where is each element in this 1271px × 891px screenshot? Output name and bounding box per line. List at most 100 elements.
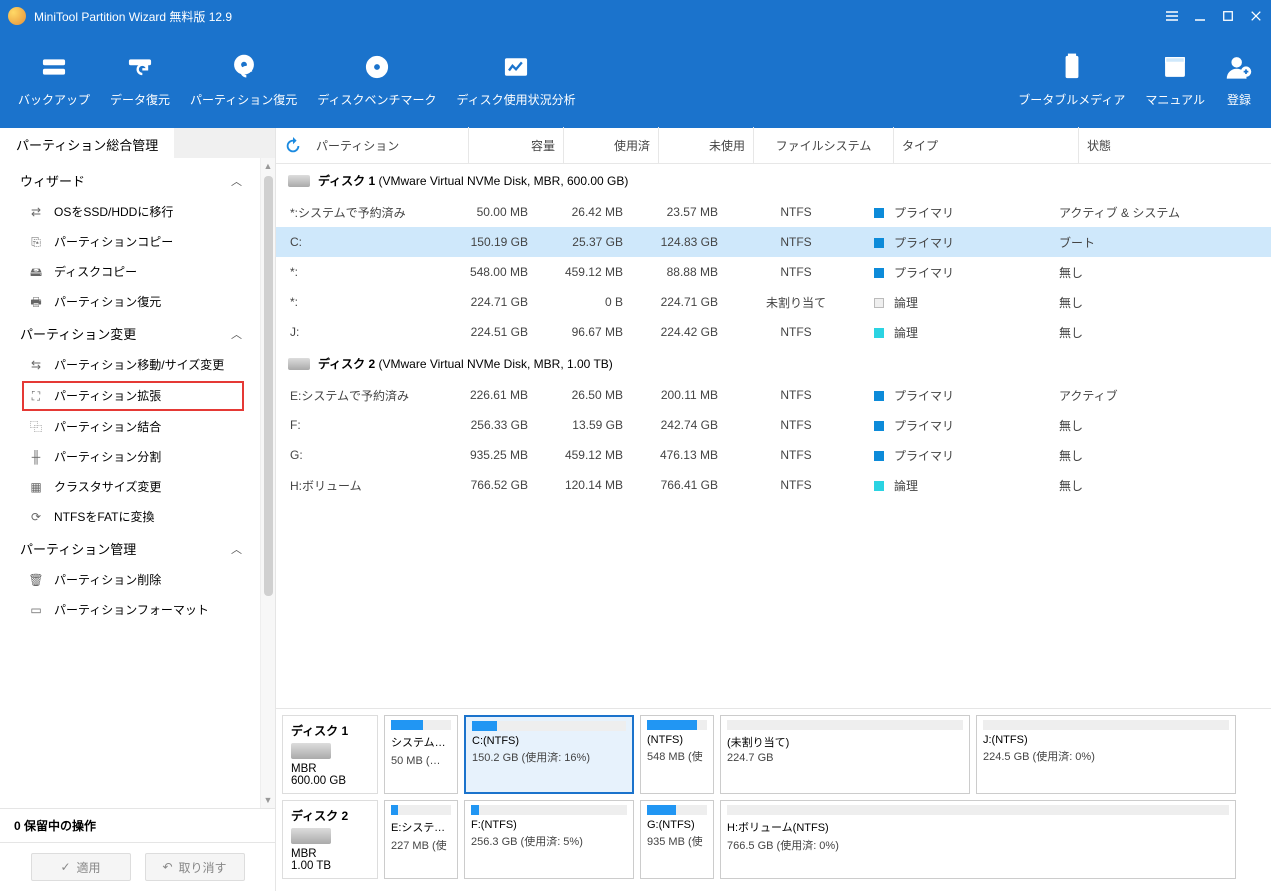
sidebar-scrollbar[interactable]: ▲ ▼ <box>260 158 275 808</box>
refresh-icon <box>126 53 154 81</box>
partition-block[interactable]: F:(NTFS)256.3 GB (使用済: 5%) <box>464 800 634 879</box>
action-icon: ╫ <box>28 449 44 465</box>
partition-row[interactable]: *:システムで予約済み50.00 MB26.42 MB23.57 MBNTFSプ… <box>276 197 1271 227</box>
partition-row[interactable]: F:256.33 GB13.59 GB242.74 GBNTFSプライマリ無し <box>276 410 1271 440</box>
type-square-icon <box>874 328 884 338</box>
data-recover-button[interactable]: データ復元 <box>100 32 180 128</box>
partition-row[interactable]: *:224.71 GB0 B224.71 GB未割り当て論理無し <box>276 287 1271 317</box>
chevron-up-icon: ︿ <box>231 541 242 557</box>
sidebar-item[interactable]: ⟳NTFSをFATに変換 <box>0 502 260 532</box>
sidebar-item[interactable]: 🖴ディスクコピー <box>0 257 260 287</box>
apply-button[interactable]: ✓適用 <box>31 853 131 881</box>
sidebar-item[interactable]: ⎘パーティションコピー <box>0 227 260 257</box>
sidebar-item[interactable]: ▦クラスタサイズ変更 <box>0 472 260 502</box>
action-icon: ▦ <box>28 479 44 495</box>
benchmark-button[interactable]: ディスクベンチマーク <box>307 32 446 128</box>
partition-block[interactable]: H:ボリューム(NTFS)766.5 GB (使用済: 0%) <box>720 800 1236 879</box>
close-icon[interactable] <box>1249 9 1263 23</box>
partition-recover-button[interactable]: パーティション復元 <box>180 32 307 128</box>
disk-icon <box>291 828 331 844</box>
usage-icon <box>502 53 530 81</box>
col-type[interactable]: タイプ <box>894 127 1079 164</box>
type-square-icon <box>874 451 884 461</box>
backup-button[interactable]: バックアップ <box>8 32 100 128</box>
sidebar-item[interactable]: 🗑パーティション削除 <box>0 565 260 595</box>
benchmark-icon <box>363 53 391 81</box>
sidebar: パーティション総合管理 ウィザード︿⇄OSをSSD/HDDに移行⎘パーティション… <box>0 128 276 891</box>
col-used[interactable]: 使用済 <box>564 127 659 164</box>
type-square-icon <box>874 298 884 308</box>
partition-block[interactable]: E:システムで227 MB (使 <box>384 800 458 879</box>
disk-map-label[interactable]: ディスク 2MBR1.00 TB <box>282 800 378 879</box>
disk-header: ディスク 1 (VMware Virtual NVMe Disk, MBR, 6… <box>276 164 1271 197</box>
type-square-icon <box>874 421 884 431</box>
partition-block[interactable]: (NTFS)548 MB (使 <box>640 715 714 794</box>
sidebar-item[interactable]: 🖶パーティション復元 <box>0 287 260 317</box>
manual-button[interactable]: マニュアル <box>1135 32 1215 128</box>
partition-block[interactable]: (未割り当て)224.7 GB <box>720 715 970 794</box>
partition-block[interactable]: J:(NTFS)224.5 GB (使用済: 0%) <box>976 715 1236 794</box>
partition-block[interactable]: C:(NTFS)150.2 GB (使用済: 16%) <box>464 715 634 794</box>
partition-row[interactable]: C:150.19 GB25.37 GB124.83 GBNTFSプライマリブート <box>276 227 1271 257</box>
type-square-icon <box>874 481 884 491</box>
partition-row[interactable]: H:ボリューム766.52 GB120.14 MB766.41 GBNTFS論理… <box>276 470 1271 500</box>
col-fs[interactable]: ファイルシステム <box>754 127 894 164</box>
partition-row[interactable]: J:224.51 GB96.67 MB224.42 GBNTFS論理無し <box>276 317 1271 347</box>
undo-icon: ↶ <box>162 860 172 874</box>
backup-icon <box>40 53 68 81</box>
partition-row[interactable]: G:935.25 MB459.12 MB476.13 MBNTFSプライマリ無し <box>276 440 1271 470</box>
section-head[interactable]: パーティション管理︿ <box>0 532 260 565</box>
col-partition[interactable]: パーティション <box>304 127 469 164</box>
bootmedia-button[interactable]: ブータブルメディア <box>1008 32 1135 128</box>
sidebar-item[interactable]: ⿻パーティション結合 <box>0 412 260 442</box>
partition-recover-icon <box>230 53 258 81</box>
action-icon: 🗑 <box>28 572 44 588</box>
partition-block[interactable]: G:(NTFS)935 MB (使 <box>640 800 714 879</box>
action-icon: ▭ <box>28 602 44 618</box>
chevron-up-icon: ︿ <box>231 173 242 189</box>
action-icon: ⛶ <box>28 388 44 404</box>
partition-row[interactable]: E:システムで予約済み226.61 MB26.50 MB200.11 MBNTF… <box>276 380 1271 410</box>
chevron-up-icon: ︿ <box>231 326 242 342</box>
action-icon: ⎘ <box>28 234 44 250</box>
refresh-button[interactable] <box>282 135 304 157</box>
scroll-up-icon[interactable]: ▲ <box>261 158 275 174</box>
register-button[interactable]: 登録 <box>1215 32 1263 128</box>
undo-button[interactable]: ↶取り消す <box>145 853 245 881</box>
action-icon: ⇆ <box>28 357 44 373</box>
sidebar-item[interactable]: ⇆パーティション移動/サイズ変更 <box>0 350 260 380</box>
disk-map-row: ディスク 2MBR1.00 TBE:システムで227 MB (使F:(NTFS)… <box>282 800 1265 879</box>
col-free[interactable]: 未使用 <box>659 127 754 164</box>
maximize-icon[interactable] <box>1221 9 1235 23</box>
scroll-down-icon[interactable]: ▼ <box>261 792 275 808</box>
disk-icon <box>288 358 310 370</box>
sidebar-item[interactable]: ⇄OSをSSD/HDDに移行 <box>0 197 260 227</box>
disk-header: ディスク 2 (VMware Virtual NVMe Disk, MBR, 1… <box>276 347 1271 380</box>
menu-icon[interactable] <box>1165 9 1179 23</box>
section-head[interactable]: ウィザード︿ <box>0 164 260 197</box>
disk-map-label[interactable]: ディスク 1MBR600.00 GB <box>282 715 378 794</box>
action-icon: ⿻ <box>28 419 44 435</box>
partition-row[interactable]: *:548.00 MB459.12 MB88.88 MBNTFSプライマリ無し <box>276 257 1271 287</box>
section-head[interactable]: パーティション変更︿ <box>0 317 260 350</box>
usage-button[interactable]: ディスク使用状況分析 <box>446 32 585 128</box>
pending-operations: 0 保留中の操作 <box>0 808 275 842</box>
disk-map-row: ディスク 1MBR600.00 GBシステムで予50 MB (使用C:(NTFS… <box>282 715 1265 794</box>
partition-block[interactable]: システムで予50 MB (使用 <box>384 715 458 794</box>
sidebar-item[interactable]: ⛶パーティション拡張 <box>22 381 244 411</box>
type-square-icon <box>874 391 884 401</box>
tab-partition-mgmt[interactable]: パーティション総合管理 <box>0 128 174 158</box>
app-icon <box>8 7 26 25</box>
check-icon: ✓ <box>60 860 70 874</box>
action-icon: ⟳ <box>28 509 44 525</box>
col-capacity[interactable]: 容量 <box>469 127 564 164</box>
sidebar-item[interactable]: ╫パーティション分割 <box>0 442 260 472</box>
type-square-icon <box>874 238 884 248</box>
col-status[interactable]: 状態 <box>1079 127 1271 164</box>
type-square-icon <box>874 268 884 278</box>
minimize-icon[interactable] <box>1193 9 1207 23</box>
scroll-thumb[interactable] <box>264 176 273 596</box>
toolbar: バックアップ データ復元 パーティション復元 ディスクベンチマーク ディスク使用… <box>0 32 1271 128</box>
sidebar-item[interactable]: ▭パーティションフォーマット <box>0 595 260 625</box>
type-square-icon <box>874 208 884 218</box>
